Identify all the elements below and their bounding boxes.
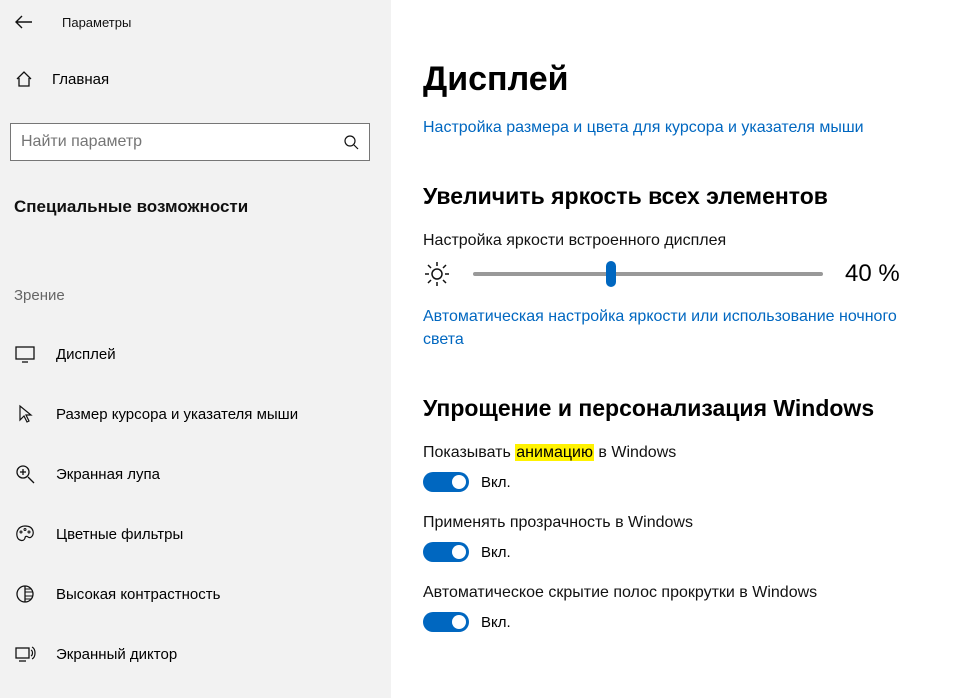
page-title: Дисплей xyxy=(423,60,940,99)
section-personalize-title: Упрощение и персонализация Windows xyxy=(423,395,940,422)
app-title: Параметры xyxy=(62,15,131,30)
sidebar-item-magnifier[interactable]: Экранная лупа xyxy=(0,444,391,504)
sidebar-item-cursor-size[interactable]: Размер курсора и указателя мыши xyxy=(0,384,391,444)
brightness-percent: 40 % xyxy=(845,260,900,288)
sidebar-item-label: Экранная лупа xyxy=(56,466,160,483)
option-scrollbars-label: Автоматическое скрытие полос прокрутки в… xyxy=(423,584,940,602)
option-transparency: Применять прозрачность в Windows Вкл. xyxy=(423,514,940,562)
link-cursor-settings[interactable]: Настройка размера и цвета для курсора и … xyxy=(423,117,940,139)
home-label: Главная xyxy=(52,71,109,88)
option-animations-label-pre: Показывать xyxy=(423,444,515,461)
section-brightness-title: Увеличить яркость всех элементов xyxy=(423,183,940,210)
brightness-slider[interactable] xyxy=(473,272,823,276)
home-icon xyxy=(14,69,34,89)
contrast-icon xyxy=(14,583,36,605)
toggle-scrollbars-state: Вкл. xyxy=(481,614,511,631)
search-icon xyxy=(343,134,359,150)
brightness-control: 40 % xyxy=(423,260,940,288)
back-button[interactable] xyxy=(14,12,34,32)
sidebar-item-label: Цветные фильтры xyxy=(56,526,183,543)
monitor-icon xyxy=(14,343,36,365)
sidebar-item-home[interactable]: Главная xyxy=(0,34,391,89)
slider-thumb[interactable] xyxy=(606,261,616,287)
toggle-row-animations: Вкл. xyxy=(423,472,940,492)
toggle-transparency[interactable] xyxy=(423,542,469,562)
sidebar-item-label: Дисплей xyxy=(56,346,116,363)
cursor-icon xyxy=(14,403,36,425)
sidebar-item-label: Высокая контрастность xyxy=(56,586,220,603)
sidebar-item-narrator[interactable]: Экранный диктор xyxy=(0,624,391,684)
toggle-animations-state: Вкл. xyxy=(481,474,511,491)
sidebar-item-display[interactable]: Дисплей xyxy=(0,324,391,384)
option-animations-label: Показывать анимацию в Windows xyxy=(423,444,940,462)
option-animations: Показывать анимацию в Windows Вкл. xyxy=(423,444,940,492)
option-scrollbars: Автоматическое скрытие полос прокрутки в… xyxy=(423,584,940,632)
option-animations-label-post: в Windows xyxy=(594,444,676,461)
search-box[interactable] xyxy=(10,123,370,161)
category-title: Специальные возможности xyxy=(0,161,391,217)
sidebar-item-label: Экранный диктор xyxy=(56,646,177,663)
sidebar-item-high-contrast[interactable]: Высокая контрастность xyxy=(0,564,391,624)
subcategory-title: Зрение xyxy=(0,217,391,304)
toggle-animations[interactable] xyxy=(423,472,469,492)
brightness-label: Настройка яркости встроенного дисплея xyxy=(423,232,940,250)
magnifier-icon xyxy=(14,463,36,485)
brightness-icon xyxy=(423,260,451,288)
topbar: Параметры xyxy=(0,0,391,34)
main-content: Дисплей Настройка размера и цвета для ку… xyxy=(391,0,960,698)
sidebar-item-color-filters[interactable]: Цветные фильтры xyxy=(0,504,391,564)
search-input[interactable] xyxy=(21,133,321,151)
option-transparency-label: Применять прозрачность в Windows xyxy=(423,514,940,532)
toggle-row-scrollbars: Вкл. xyxy=(423,612,940,632)
narrator-icon xyxy=(14,643,36,665)
nav-list: Дисплей Размер курсора и указателя мыши … xyxy=(0,324,391,684)
toggle-row-transparency: Вкл. xyxy=(423,542,940,562)
toggle-scrollbars[interactable] xyxy=(423,612,469,632)
palette-icon xyxy=(14,523,36,545)
toggle-transparency-state: Вкл. xyxy=(481,544,511,561)
sidebar: Параметры Главная Специальные возможност… xyxy=(0,0,391,698)
highlighted-text: анимацию xyxy=(515,444,594,461)
link-auto-brightness[interactable]: Автоматическая настройка яркости или исп… xyxy=(423,306,940,351)
sidebar-item-label: Размер курсора и указателя мыши xyxy=(56,406,298,423)
